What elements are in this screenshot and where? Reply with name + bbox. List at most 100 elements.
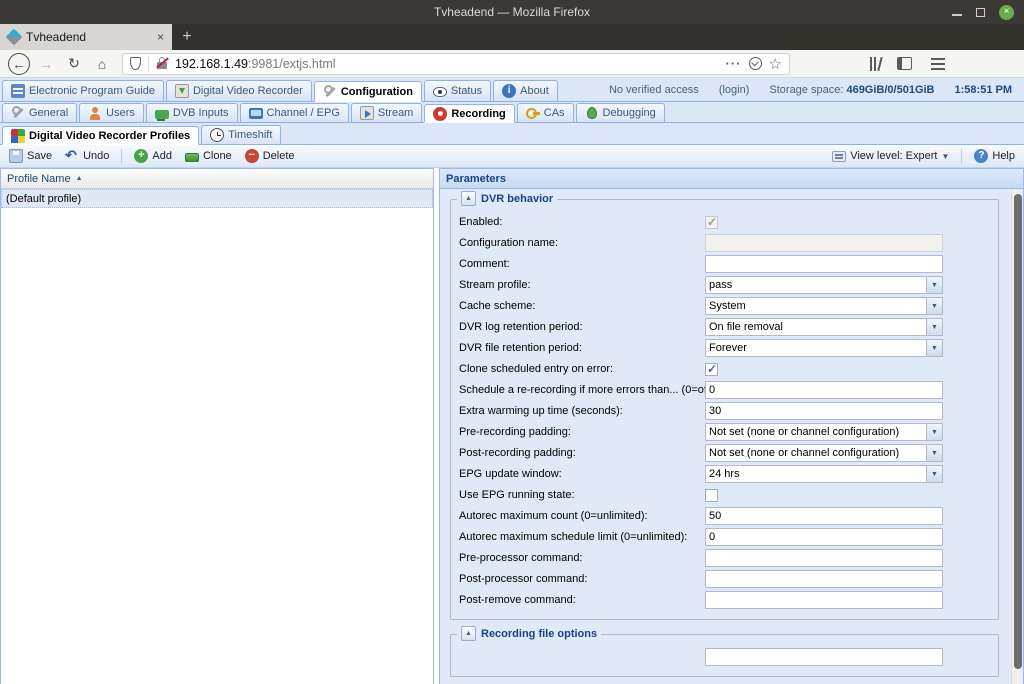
sidebar-toggle-icon[interactable] xyxy=(896,57,912,70)
tab-digital-video-recorder[interactable]: Digital Video Recorder xyxy=(165,80,312,101)
tab-general[interactable]: General xyxy=(2,103,78,122)
parameters-panel-body: ▲ DVR behavior Enabled: Configuration name:… xyxy=(440,189,1023,684)
pre-recording-padding-combo[interactable] xyxy=(705,423,926,441)
clone-button[interactable]: Clone xyxy=(181,149,236,163)
clipped-field-input[interactable] xyxy=(705,648,943,666)
configuration-name-label: Configuration name: xyxy=(459,237,559,249)
tab-recording[interactable]: Recording xyxy=(424,104,515,123)
comment-input[interactable] xyxy=(705,255,943,273)
cache-scheme-label: Cache scheme: xyxy=(459,300,536,312)
dvr-log-retention-period-combo-trigger-icon[interactable]: ▼ xyxy=(926,318,943,336)
extra-warming-up-time-input[interactable] xyxy=(705,402,943,420)
tab-close-icon[interactable]: × xyxy=(157,30,164,44)
pre-recording-padding-combo-trigger-icon[interactable]: ▼ xyxy=(926,423,943,441)
save-button[interactable]: Save xyxy=(5,148,56,164)
tab-users[interactable]: Users xyxy=(79,103,144,122)
add-button[interactable]: Add xyxy=(130,148,176,164)
tracking-shield-icon[interactable] xyxy=(130,57,141,70)
browser-nav-bar: ← → ↻ ⌂ 192.168.1.49:9981/extjs.html ···… xyxy=(0,50,1024,78)
record-icon xyxy=(433,106,448,121)
forward-button[interactable]: → xyxy=(34,52,58,76)
autorec-maximum-schedule-limit-input[interactable] xyxy=(705,528,943,546)
post-processor-command-input[interactable] xyxy=(705,570,943,588)
scrollbar-thumb[interactable] xyxy=(1013,194,1022,669)
home-button[interactable]: ⌂ xyxy=(90,52,114,76)
fieldset-collapse-icon[interactable]: ▲ xyxy=(461,626,476,641)
rerecord-error-threshold-input[interactable] xyxy=(705,381,943,399)
form-row-autorec-maximum-count: Autorec maximum count (0=unlimited): xyxy=(459,506,990,526)
new-tab-button[interactable]: + xyxy=(172,24,202,50)
url-text[interactable]: 192.168.1.49:9981/extjs.html xyxy=(175,57,719,71)
post-remove-command-input[interactable] xyxy=(705,591,943,609)
dvr-log-retention-period-combo[interactable] xyxy=(705,318,926,336)
form-row-clone-scheduled-entry-on-error: Clone scheduled entry on error: xyxy=(459,359,990,379)
bookmark-star-icon[interactable]: ☆ xyxy=(769,55,782,73)
tab-configuration[interactable]: Configuration xyxy=(313,81,422,102)
configuration-name-input[interactable] xyxy=(705,234,943,252)
fieldset-collapse-icon[interactable]: ▲ xyxy=(461,191,476,206)
tv-icon xyxy=(248,108,263,119)
post-recording-padding-combo[interactable] xyxy=(705,444,926,462)
reload-button[interactable]: ↻ xyxy=(62,52,86,76)
pre-processor-command-input[interactable] xyxy=(705,549,943,567)
tab-channel-epg[interactable]: Channel / EPG xyxy=(239,103,349,122)
eye-icon xyxy=(432,87,447,97)
clock-icon xyxy=(210,128,225,142)
tab-stream[interactable]: Stream xyxy=(350,103,423,122)
tab-timeshift[interactable]: Timeshift xyxy=(201,125,282,144)
dvr-file-retention-period-combo-trigger-icon[interactable]: ▼ xyxy=(926,339,943,357)
window-minimize-button[interactable] xyxy=(952,14,962,16)
form-row-post-remove-command: Post-remove command: xyxy=(459,590,990,610)
stream-profile-combo[interactable] xyxy=(705,276,926,294)
browser-tab-tvheadend[interactable]: Tvheadend × xyxy=(0,24,172,50)
epg-update-window-combo[interactable] xyxy=(705,465,926,483)
delete-button[interactable]: Delete xyxy=(241,148,299,164)
clock-time: 1:58:51 PM xyxy=(954,83,1012,96)
page-actions-icon[interactable]: ··· xyxy=(726,56,742,71)
fieldset-title: Recording file options xyxy=(481,627,598,640)
post-remove-command-label: Post-remove command: xyxy=(459,594,576,606)
cache-scheme-combo-trigger-icon[interactable]: ▼ xyxy=(926,297,943,315)
use-epg-running-state-checkbox[interactable] xyxy=(705,488,718,502)
tools-icon xyxy=(11,106,25,120)
window-restore-button[interactable] xyxy=(976,7,985,17)
tab-status[interactable]: Status xyxy=(423,80,492,101)
post-recording-padding-combo-trigger-icon[interactable]: ▼ xyxy=(926,444,943,462)
window-close-button[interactable]: × xyxy=(999,4,1014,20)
url-divider xyxy=(148,55,149,72)
vertical-scrollbar[interactable] xyxy=(1011,190,1022,684)
profile-row-default[interactable]: (Default profile) xyxy=(1,189,433,208)
form-row-cache-scheme: Cache scheme: ▼ xyxy=(459,296,990,316)
form-row-post-recording-padding: Post-recording padding: ▼ xyxy=(459,443,990,463)
tab-dvb-inputs[interactable]: DVB Inputs xyxy=(145,103,238,122)
undo-button[interactable]: Undo xyxy=(61,148,113,164)
dvr-icon xyxy=(174,84,189,98)
clone-scheduled-entry-on-error-checkbox[interactable] xyxy=(705,362,718,376)
tab-electronic-program-guide[interactable]: Electronic Program Guide xyxy=(2,80,164,101)
tab-cas[interactable]: CAs xyxy=(516,103,574,122)
dvr-log-retention-period-label: DVR log retention period: xyxy=(459,321,583,333)
back-button[interactable]: ← xyxy=(8,52,30,75)
enabled-checkbox[interactable] xyxy=(705,215,718,229)
login-link[interactable]: (login) xyxy=(719,84,750,96)
insecure-lock-icon[interactable] xyxy=(156,57,169,70)
cache-scheme-combo[interactable] xyxy=(705,297,926,315)
pocket-icon[interactable] xyxy=(748,57,762,70)
form-row-configuration-name: Configuration name: xyxy=(459,233,990,253)
help-button[interactable]: Help xyxy=(970,148,1019,164)
view-level-button[interactable]: View level: Expert ▼ xyxy=(828,149,953,163)
menu-hamburger-icon[interactable] xyxy=(931,62,945,65)
epg-update-window-combo-trigger-icon[interactable]: ▼ xyxy=(926,465,943,483)
url-bar[interactable]: 192.168.1.49:9981/extjs.html ··· ☆ xyxy=(122,52,790,75)
tab-debugging[interactable]: Debugging xyxy=(575,103,665,122)
autorec-maximum-count-input[interactable] xyxy=(705,507,943,525)
tab-about[interactable]: About xyxy=(493,80,558,101)
dvr-file-retention-period-combo[interactable] xyxy=(705,339,926,357)
library-icon[interactable] xyxy=(869,56,883,71)
stream-profile-combo-trigger-icon[interactable]: ▼ xyxy=(926,276,943,294)
tab-dvr-profiles[interactable]: Digital Video Recorder Profiles xyxy=(2,126,200,145)
profile-name-column-header[interactable]: Profile Name ▲ xyxy=(1,169,433,189)
stream-icon xyxy=(359,106,374,120)
main-content: Profile Name ▲ (Default profile) Paramet… xyxy=(0,168,1024,684)
extra-warming-up-time-label: Extra warming up time (seconds): xyxy=(459,405,623,417)
